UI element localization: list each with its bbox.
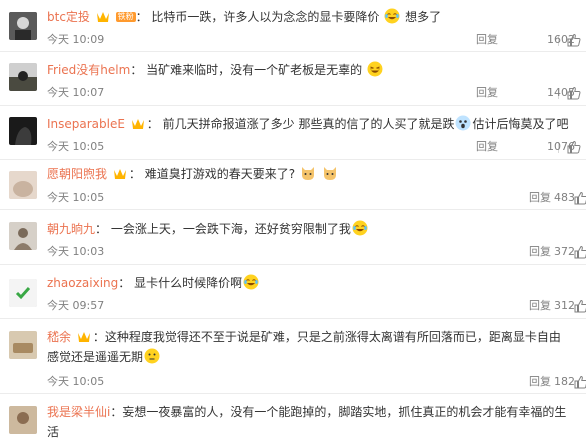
reply-button[interactable]: 回复 [476,32,498,48]
like-count: 1076 [547,140,575,153]
comment-meta: 今天 10:09 回复 1602 [47,32,586,48]
comment-text: 显卡什么时候降价啊 [134,276,243,290]
vip-icon [96,12,109,22]
cat-face-emoji-icon [323,167,336,180]
comment-list: btc定投 铁粉： 比特币一跌，许多人以为念念的显卡要降价 想多了 今天 10:… [0,0,586,447]
like-count: 1602 [547,33,575,46]
username[interactable]: Fried没有helm [47,63,130,77]
username[interactable]: 我是梁半仙i [47,405,110,419]
reply-button[interactable]: 回复 [529,298,551,314]
thumbs-up-icon[interactable] [574,245,586,259]
username[interactable]: 朝九晌九 [47,222,95,236]
comment-item: InseparableE ： 前几天拼命报道涨了多少 那些真的信了的人买了就是跌… [0,106,586,160]
avatar[interactable] [9,117,37,145]
comment-item: btc定投 铁粉： 比特币一跌，许多人以为念念的显卡要降价 想多了 今天 10:… [0,0,586,52]
comment-meta: 今天 10:07 回复 1405 [47,85,586,101]
reply-button[interactable]: 回复 [529,374,551,390]
laugh-emoji-icon [367,61,383,77]
thumbs-up-icon[interactable] [574,299,586,313]
laugh-cry-emoji-icon [352,220,368,236]
cat-face-emoji-icon [301,167,314,180]
like-count: 182 [554,375,575,388]
vip-icon [77,332,90,342]
avatar[interactable] [9,331,37,359]
laugh-cry-emoji-icon [243,274,259,290]
comment-text: 难道臭打游戏的春天要来了? [144,167,296,181]
comment-content: zhaozaixing： 显卡什么时候降价啊 [47,273,576,293]
comment-text: 比特币一跌，许多人以为念念的显卡要降价 [151,10,380,24]
comment-item: zhaozaixing： 显卡什么时候降价啊 今天 09:57 回复 312 [0,265,586,319]
comment-text-tail: 想多了 [405,10,442,24]
username[interactable]: InseparableE [47,117,125,131]
username[interactable]: 愿朝阳煦我 [47,167,107,181]
reply-button[interactable]: 回复 [476,139,498,155]
like-count: 1405 [547,86,575,99]
comment-item: 愿朝阳煦我 ： 难道臭打游戏的春天要来了? 今天 10:05 回复 483 [0,160,586,210]
comment-content: 朝九晌九： 一会涨上天，一会跌下海，还好贫穷限制了我 [47,219,576,239]
like-count: 372 [554,245,575,258]
like-count: 312 [554,299,575,312]
timestamp: 今天 09:57 [47,299,105,312]
timestamp: 今天 10:09 [47,33,105,46]
comment-item: 嵇余 ：这种程度我觉得还不至于说是矿难，只是之前涨得太离谱有所回落而已，距离显卡… [0,319,586,394]
comment-meta: 今天 10:05 回复 483 [47,190,586,206]
vip-icon [131,119,144,129]
comment-text: 这种程度我觉得还不至于说是矿难，只是之前涨得太离谱有所回落而已，距离显卡自由感觉… [47,330,561,364]
avatar[interactable] [9,171,37,199]
thumbs-up-icon[interactable] [574,375,586,389]
timestamp: 今天 10:05 [47,140,105,153]
comment-content: 我是梁半仙i：妄想一夜暴富的人，没有一个能跑掉的，脚踏实地，抓住真正的机会才能有… [47,405,567,439]
username[interactable]: btc定投 [47,10,90,24]
comment-text-tail: 估计后悔莫及了吧 [472,117,569,131]
comment-content: InseparableE ： 前几天拼命报道涨了多少 那些真的信了的人买了就是跌… [47,115,569,131]
comment-item: 朝九晌九： 一会涨上天，一会跌下海，还好贫穷限制了我 今天 10:03 回复 3… [0,210,586,265]
avatar[interactable] [9,406,37,434]
avatar[interactable] [9,12,37,40]
fan-badge: 铁粉 [115,12,136,22]
comment-meta: 今天 10:05 回复 1076 [47,139,586,155]
timestamp: 今天 10:03 [47,245,105,258]
username[interactable]: 嵇余 [47,330,71,344]
like-count: 483 [554,191,575,204]
comment-content: btc定投 铁粉： 比特币一跌，许多人以为念念的显卡要降价 想多了 [47,8,442,24]
comment-text: 当矿难来临时，没有一个矿老板是无辜的 [146,63,363,77]
comment-meta: 今天 10:03 回复 372 [47,244,586,260]
comment-text: 妄想一夜暴富的人，没有一个能跑掉的，脚踏实地，抓住真正的机会才能有幸福的生活 [47,405,567,439]
timestamp: 今天 10:05 [47,375,105,388]
avatar[interactable] [9,279,37,307]
comment-content: 嵇余 ：这种程度我觉得还不至于说是矿难，只是之前涨得太离谱有所回落而已，距离显卡… [47,330,561,364]
username[interactable]: zhaozaixing [47,276,118,290]
timestamp: 今天 10:07 [47,86,105,99]
avatar[interactable] [9,63,37,91]
comment-text: 前几天拼命报道涨了多少 那些真的信了的人买了就是跌 [162,117,455,131]
comment-meta: 今天 10:05 回复 182 [47,374,586,390]
comment-item: Fried没有helm： 当矿难来临时，没有一个矿老板是无辜的 今天 10:07… [0,52,586,106]
comment-content: Fried没有helm： 当矿难来临时，没有一个矿老板是无辜的 [47,60,576,80]
timestamp: 今天 10:05 [47,191,105,204]
comment-meta: 今天 09:57 回复 312 [47,298,586,314]
comment-content: 愿朝阳煦我 ： 难道臭打游戏的春天要来了? [47,164,576,184]
avatar[interactable] [9,222,37,250]
thinking-emoji-icon [144,348,160,364]
vip-icon [113,169,126,179]
laugh-cry-emoji-icon [384,8,400,24]
reply-button[interactable]: 回复 [529,190,551,206]
comment-text: 一会涨上天，一会跌下海，还好贫穷限制了我 [110,222,351,236]
reply-button[interactable]: 回复 [529,244,551,260]
thumbs-up-icon[interactable] [574,191,586,205]
scream-emoji-icon [455,115,471,131]
reply-button[interactable]: 回复 [476,85,498,101]
comment-item: 我是梁半仙i：妄想一夜暴富的人，没有一个能跑掉的，脚踏实地，抓住真正的机会才能有… [0,394,586,447]
